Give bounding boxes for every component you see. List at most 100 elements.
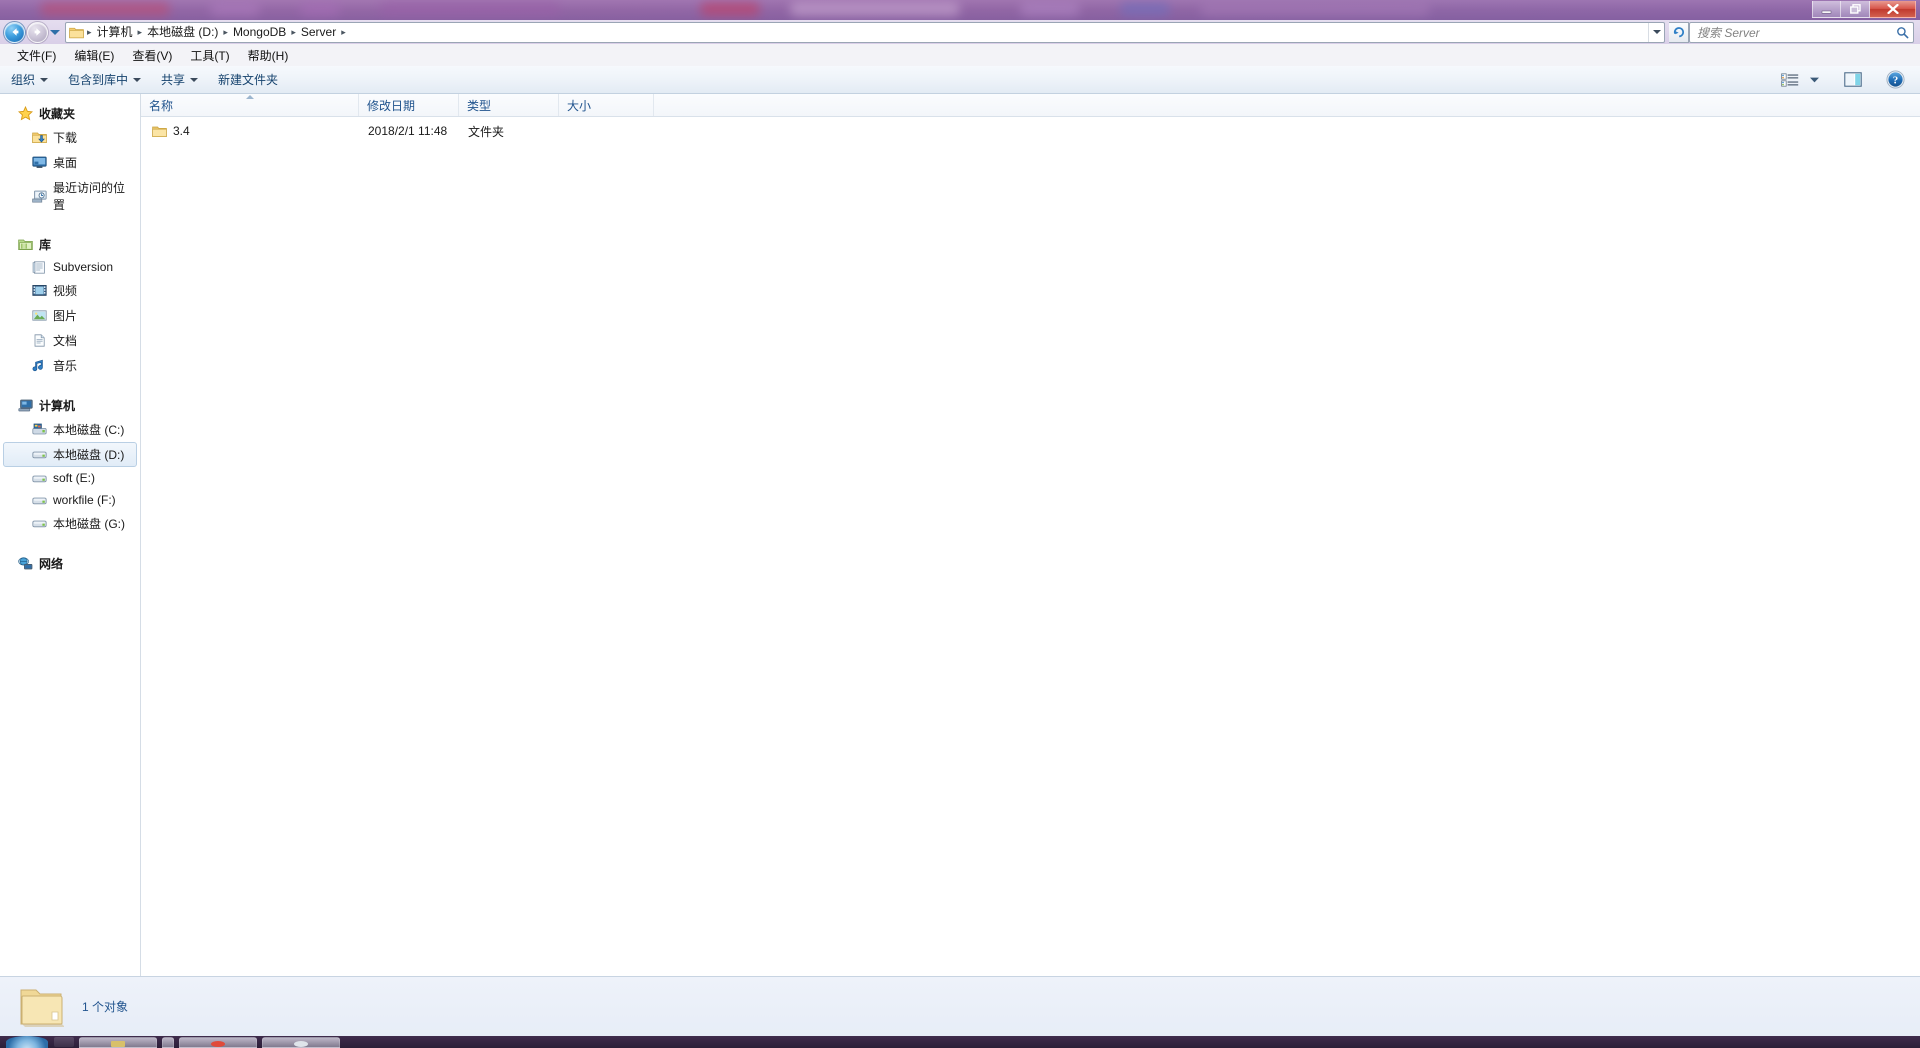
sidebar-item-drive-e[interactable]: soft (E:) <box>3 467 137 489</box>
sidebar-item-recent-places[interactable]: 最近访问的位置 <box>3 175 137 217</box>
view-options-caret-button[interactable] <box>1804 74 1825 86</box>
drive-icon <box>32 494 47 507</box>
drive-icon <box>32 448 47 461</box>
sidebar-item-pictures[interactable]: 图片 <box>3 303 137 328</box>
chevron-down-icon <box>40 77 49 82</box>
column-header-date-modified[interactable]: 修改日期 <box>359 94 459 116</box>
svg-text:?: ? <box>1893 75 1899 87</box>
sidebar-item-drive-c[interactable]: 本地磁盘 (C:) <box>3 417 137 442</box>
taskbar-button[interactable] <box>179 1036 257 1048</box>
table-row[interactable]: 3.4 2018/2/1 11:48 文件夹 <box>141 120 1920 142</box>
column-header-name[interactable]: 名称 <box>141 94 359 116</box>
taskbar-button-icon <box>211 1040 225 1047</box>
quick-launch-button[interactable] <box>54 1037 74 1047</box>
file-name: 3.4 <box>173 124 190 138</box>
sidebar-item-drive-g[interactable]: 本地磁盘 (G:) <box>3 511 137 536</box>
forward-button[interactable] <box>27 21 48 43</box>
taskbar <box>0 1036 1920 1048</box>
preview-pane-icon <box>1844 72 1862 87</box>
sidebar-item-downloads[interactable]: 下载 <box>3 125 137 150</box>
column-header-filler <box>654 94 1920 116</box>
breadcrumb-item-mongodb[interactable]: MongoDB <box>229 23 290 42</box>
sidebar-label: 本地磁盘 (D:) <box>53 448 125 462</box>
sidebar-item-subversion[interactable]: Subversion <box>3 256 137 278</box>
menu-file[interactable]: 文件(F) <box>8 45 65 66</box>
refresh-icon <box>1673 27 1684 38</box>
restore-icon <box>1849 4 1861 14</box>
column-header-type[interactable]: 类型 <box>459 94 559 116</box>
chevron-down-icon <box>190 77 199 82</box>
system-drive-icon <box>32 423 47 436</box>
taskbar-button[interactable] <box>262 1036 340 1048</box>
organize-button[interactable]: 组织 <box>2 68 57 91</box>
menu-tools[interactable]: 工具(T) <box>181 45 238 66</box>
share-button[interactable]: 共享 <box>152 68 207 91</box>
sidebar-label: 收藏夹 <box>39 107 76 121</box>
nav-group-libraries: 库 Subversion 视频 图片 文档 音乐 <box>0 233 140 378</box>
title-bar <box>0 0 1920 20</box>
sidebar-header-network[interactable]: 网络 <box>0 552 140 575</box>
nav-group-network: 网络 <box>0 552 140 575</box>
help-icon: ? <box>1886 70 1905 89</box>
command-toolbar: 组织 包含到库中 共享 新建文件夹 ? <box>0 66 1920 94</box>
taskbar-button[interactable] <box>162 1036 174 1048</box>
menu-help[interactable]: 帮助(H) <box>239 45 298 66</box>
file-rows: 3.4 2018/2/1 11:48 文件夹 <box>141 117 1920 142</box>
breadcrumb-item-computer[interactable]: 计算机 <box>93 23 137 42</box>
address-bar[interactable]: ▸ 计算机 ▸ 本地磁盘 (D:) ▸ MongoDB ▸ Server ▸ <box>65 21 1665 43</box>
search-input[interactable]: 搜索 Server <box>1689 21 1914 43</box>
sidebar-label: 库 <box>39 238 52 252</box>
search-placeholder: 搜索 Server <box>1697 25 1760 40</box>
column-header-size[interactable]: 大小 <box>559 94 654 116</box>
sidebar-label: 文档 <box>53 334 78 348</box>
breadcrumb-item-server[interactable]: Server <box>297 23 340 42</box>
sidebar-header-computer[interactable]: 计算机 <box>0 394 140 417</box>
sidebar-item-drive-d[interactable]: 本地磁盘 (D:) <box>3 442 137 467</box>
sidebar-header-favorites[interactable]: 收藏夹 <box>0 102 140 125</box>
back-button[interactable] <box>4 21 25 43</box>
change-view-icon <box>1781 72 1799 87</box>
sidebar-item-desktop[interactable]: 桌面 <box>3 150 137 175</box>
organize-label: 组织 <box>11 73 36 87</box>
sidebar-item-videos[interactable]: 视频 <box>3 278 137 303</box>
sidebar-item-drive-f[interactable]: workfile (F:) <box>3 489 137 511</box>
include-in-library-label: 包含到库中 <box>68 73 129 87</box>
sort-ascending-icon <box>245 95 254 99</box>
menu-edit[interactable]: 编辑(E) <box>65 45 123 66</box>
music-icon <box>32 359 47 372</box>
sidebar-label: workfile (F:) <box>53 493 116 507</box>
documents-icon <box>32 334 47 347</box>
include-in-library-button[interactable]: 包含到库中 <box>59 68 150 91</box>
change-view-button[interactable] <box>1776 71 1804 89</box>
breadcrumb-item-drive-d[interactable]: 本地磁盘 (D:) <box>143 23 222 42</box>
close-button[interactable] <box>1870 1 1916 18</box>
column-label: 修改日期 <box>367 98 416 113</box>
chevron-down-icon <box>1652 30 1661 34</box>
address-dropdown-button[interactable] <box>1648 22 1664 42</box>
downloads-folder-icon <box>32 131 47 144</box>
minimize-button[interactable] <box>1812 1 1841 18</box>
refresh-button[interactable] <box>1669 21 1689 43</box>
help-button[interactable]: ? <box>1881 68 1910 91</box>
sidebar-label: 本地磁盘 (G:) <box>53 517 125 531</box>
start-button[interactable] <box>6 1036 48 1048</box>
drive-icon <box>32 472 47 485</box>
menu-view[interactable]: 查看(V) <box>123 45 181 66</box>
recent-locations-button[interactable] <box>48 22 62 43</box>
videos-icon <box>32 284 47 297</box>
new-folder-button[interactable]: 新建文件夹 <box>209 68 287 91</box>
chevron-down-icon <box>50 29 60 35</box>
preview-pane-button[interactable] <box>1839 70 1867 89</box>
sidebar-item-music[interactable]: 音乐 <box>3 353 137 378</box>
status-object-count: 1 个对象 <box>82 1000 129 1014</box>
wallpaper-blur <box>1200 2 1430 16</box>
sidebar-label: 计算机 <box>39 399 76 413</box>
column-label: 大小 <box>567 98 592 113</box>
navigation-pane: 收藏夹 下载 桌面 最近访问的位置 库 Subversion 视频 图片 文档 … <box>0 94 141 976</box>
sidebar-item-documents[interactable]: 文档 <box>3 328 137 353</box>
restore-button[interactable] <box>1841 1 1870 18</box>
taskbar-button[interactable] <box>79 1036 157 1048</box>
sidebar-header-libraries[interactable]: 库 <box>0 233 140 256</box>
wallpaper-blur <box>700 2 760 16</box>
